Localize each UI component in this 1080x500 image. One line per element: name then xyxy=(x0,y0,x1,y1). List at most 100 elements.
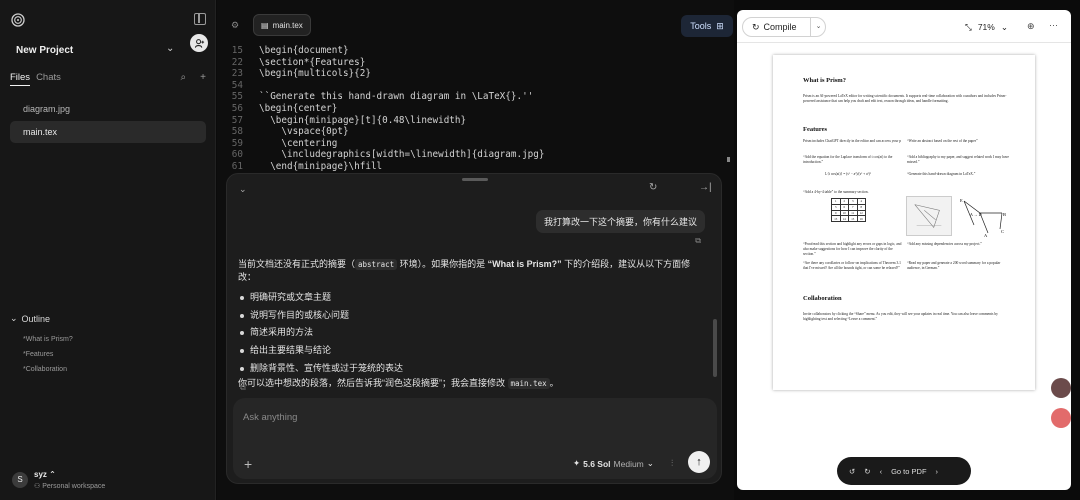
bold-text: “What is Prism?” xyxy=(487,259,562,269)
table-cell: 16 xyxy=(856,215,866,223)
send-button[interactable]: ↑ xyxy=(688,451,710,473)
add-user-button[interactable] xyxy=(190,34,208,52)
chat-input[interactable]: Ask anything xyxy=(243,412,297,423)
line-number: 55 xyxy=(231,91,243,103)
code-text: \section*{Features} xyxy=(259,56,366,68)
settings-icon[interactable]: ⚙ xyxy=(231,20,239,31)
download-icon[interactable]: ⊕ xyxy=(1027,21,1035,32)
compile-button[interactable]: ↻ Compile ⌄ xyxy=(742,17,826,37)
new-file-icon[interactable]: + xyxy=(200,72,206,83)
collapse-chevron-icon[interactable]: ⌄ xyxy=(239,184,247,195)
chat-scrollbar[interactable] xyxy=(713,319,717,377)
list-item: 给出主要结果与结论 xyxy=(238,342,708,360)
outline-item[interactable]: *Features xyxy=(23,347,73,362)
code-line[interactable]: 15 \begin{document} xyxy=(217,45,722,57)
tab-chats[interactable]: Chats xyxy=(36,72,61,86)
inline-code: main.tex xyxy=(507,378,550,390)
app-logo-icon[interactable] xyxy=(10,12,26,28)
chevron-down-icon: ⌄ xyxy=(166,43,175,54)
file-item-diagram[interactable]: diagram.jpg xyxy=(10,98,206,120)
line-number: 15 xyxy=(231,45,243,56)
editor-toolbar: ⚙ ▤ main.tex Tools ⊞ xyxy=(217,0,734,40)
model-selector[interactable]: ✦ 5.6 Sol Medium ⌄ xyxy=(573,458,654,469)
outline-item[interactable]: *What is Prism? xyxy=(23,332,73,347)
hand-drawn-diagram-image xyxy=(906,196,952,236)
copy-response-icon[interactable]: ⧉ xyxy=(240,383,246,393)
search-icon[interactable]: ⌕ xyxy=(181,72,187,83)
code-line[interactable]: 23 \begin{multicols}{2} xyxy=(217,68,722,80)
page-text: “Are there any corollaries or follow-on … xyxy=(803,261,901,270)
scroll-marker xyxy=(727,157,730,162)
voice-icon[interactable]: ⫶ xyxy=(671,458,673,469)
compile-dropdown-icon[interactable]: ⌄ xyxy=(810,18,826,36)
project-selector[interactable]: New Project ⌄ xyxy=(16,34,208,58)
page-text: Prism includes ChatGPT directly in the e… xyxy=(803,139,902,143)
code-text: \vspace{0pt} xyxy=(259,126,349,138)
code-line[interactable]: 57 \begin{minipage}[t]{0.48\linewidth} xyxy=(217,115,722,127)
table-row: 13 14 15 16 xyxy=(831,215,866,223)
tools-button[interactable]: Tools ⊞ xyxy=(681,15,733,37)
code-line[interactable]: 22 \section*{Features} xyxy=(217,57,722,69)
page-text: “Add a 4-by-4 table” to the summary sect… xyxy=(803,190,869,194)
user-account[interactable]: S syz ⌃ ⚇ Personal workspace xyxy=(10,468,210,494)
tab-files[interactable]: Files xyxy=(10,72,31,86)
code-area[interactable]: 15 \begin{document} 22 \section*{Features} 2… xyxy=(217,45,722,173)
pdf-viewer: ↻ Compile ⌄ ⤡ 71% ⌄ ⊕ ··· What is Prism?… xyxy=(737,10,1071,490)
code-line[interactable]: 61 \end{minipage}\hfill xyxy=(217,161,722,173)
line-number: 60 xyxy=(231,149,243,161)
sparkle-icon: ✦ xyxy=(573,458,581,468)
sidebar-top xyxy=(10,12,206,30)
chevron-left-icon[interactable]: ‹ xyxy=(880,467,883,476)
go-to-pdf-button[interactable]: Go to PDF xyxy=(891,467,926,476)
file-list: diagram.jpg main.tex xyxy=(10,98,206,144)
compile-label: Compile xyxy=(763,22,797,32)
assistant-closing: 你可以选中想改的段落，然后告诉我“润色这段摘要”；我会直接修改 main.tex… xyxy=(238,378,559,390)
pdf-toolbar: ↻ Compile ⌄ ⤡ 71% ⌄ ⊕ ··· xyxy=(737,10,1071,43)
code-text: \includegraphics[width=\linewidth]{diagr… xyxy=(259,149,545,161)
floating-translate-icon[interactable] xyxy=(1051,408,1071,428)
outline-title: Outline xyxy=(21,313,51,324)
undo-icon[interactable]: ↺ xyxy=(849,467,855,476)
code-line[interactable]: 60 \includegraphics[width=\linewidth]{di… xyxy=(217,149,722,161)
sidebar-tabs: Files Chats ⌕ + xyxy=(10,72,206,86)
copy-icon[interactable]: ⧉ xyxy=(695,236,701,246)
outline-item[interactable]: *Collaboration xyxy=(23,362,73,377)
code-line[interactable]: 54 xyxy=(217,80,722,92)
chat-composer: Ask anything + ✦ 5.6 Sol Medium ⌄ ⫶ ↑ xyxy=(233,398,717,479)
diagram-label-arrow: A → D xyxy=(970,212,982,217)
chevron-down-icon: ⌄ xyxy=(1000,22,1008,32)
code-text: \begin{center} xyxy=(259,102,338,114)
line-number: 54 xyxy=(231,79,243,91)
page-paragraph: Prism is an AI-powered LaTeX editor for … xyxy=(803,94,1007,103)
sidebar-toggle-icon[interactable] xyxy=(194,13,206,25)
redo-icon[interactable]: ↻ xyxy=(864,467,870,476)
assistant-message: 当前文档还没有正式的摘要（ abstract 环境）。如果你指的是 “What i… xyxy=(238,258,708,390)
code-line[interactable]: 58 \vspace{0pt} xyxy=(217,126,722,138)
drag-handle[interactable] xyxy=(462,178,488,181)
zoom-level: 71% xyxy=(977,22,995,32)
code-line[interactable]: 56 \begin{center} xyxy=(217,103,722,115)
page-heading: Collaboration xyxy=(803,295,842,302)
page-heading: What is Prism? xyxy=(803,77,846,84)
diagram-label-a: A xyxy=(984,233,988,238)
file-item-main-tex[interactable]: main.tex xyxy=(10,121,206,143)
file-tab-main-tex[interactable]: ▤ main.tex xyxy=(253,14,311,36)
outline-header[interactable]: ⌄ Outline xyxy=(10,313,50,324)
zoom-control[interactable]: ⤡ 71% ⌄ xyxy=(965,22,1008,33)
fit-width-icon[interactable]: ⤡ xyxy=(965,22,972,33)
chevron-right-icon[interactable]: › xyxy=(936,467,939,476)
page-text: “Write an abstract based on the rest of … xyxy=(907,139,978,143)
more-options-icon[interactable]: ··· xyxy=(1049,20,1058,30)
model-name: 5.6 Sol xyxy=(583,458,611,469)
code-line[interactable]: 59 \centering xyxy=(217,138,722,150)
page-text: “Read my paper and generate a 200 word s… xyxy=(907,261,1001,270)
list-item: 简述采用的方法 xyxy=(238,324,708,342)
floating-action-icon[interactable] xyxy=(1051,378,1071,398)
code-line[interactable]: 55 ``Generate this hand-drawn diagram in … xyxy=(217,91,722,103)
expand-icon[interactable]: →| xyxy=(699,182,712,193)
page-paragraph: Invite collaborators by clicking the “Sh… xyxy=(803,312,998,321)
list-item: 说明写作目的或核心问题 xyxy=(238,307,708,325)
attach-plus-icon[interactable]: + xyxy=(244,456,252,472)
code-text: \centering xyxy=(259,137,338,149)
refresh-icon[interactable]: ↻ xyxy=(649,182,657,193)
